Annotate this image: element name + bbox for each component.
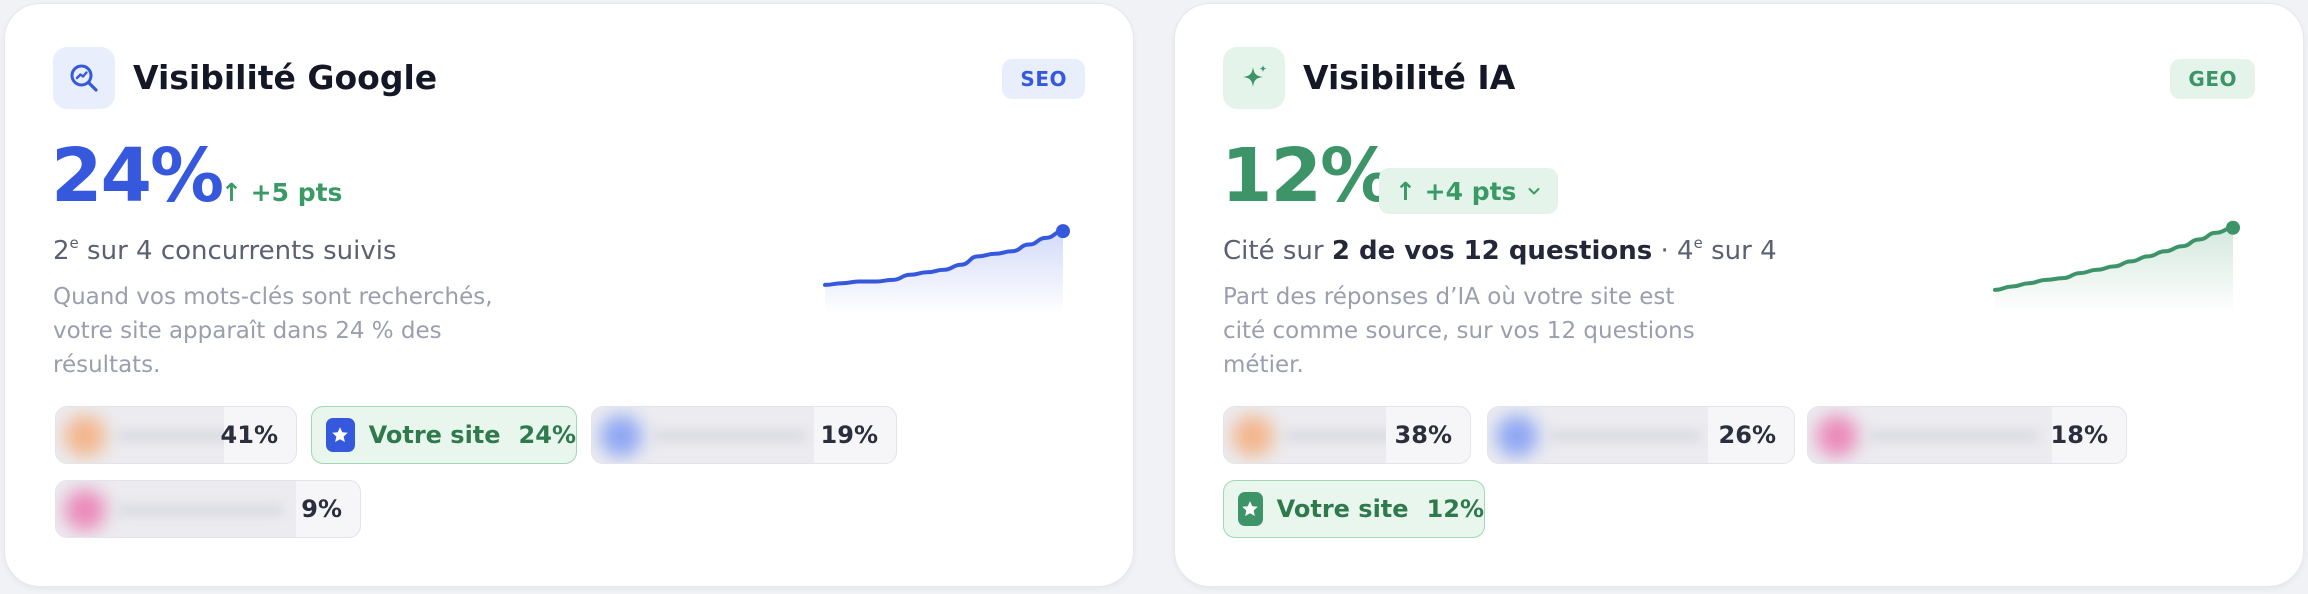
blurred-competitor xyxy=(1808,407,2052,463)
seo-tag-badge: SEO xyxy=(1002,59,1085,99)
competitor-chip: 18% xyxy=(1807,406,2127,464)
sparkline-end-point xyxy=(1056,224,1070,239)
sparkline-end-point xyxy=(2226,220,2240,235)
blurred-competitor xyxy=(56,481,296,537)
your-site-chip: Votre site 24% xyxy=(311,406,577,464)
competitor-percent: 26% xyxy=(1718,421,1776,449)
star-icon xyxy=(326,418,355,452)
blurred-competitor xyxy=(1488,407,1708,463)
competitor-percent: 9% xyxy=(301,495,342,523)
geo-tag-badge: GEO xyxy=(2170,59,2255,99)
rank-line: 2e sur 4 concurrents suivis xyxy=(53,234,397,266)
your-site-percent: 24% xyxy=(518,421,576,449)
delta-indicator: ↑ +5 pts xyxy=(221,177,343,207)
description: Part des réponses d’IA où votre site est… xyxy=(1223,284,1695,378)
delta-dropdown[interactable]: ↑ +4 pts xyxy=(1379,168,1559,214)
chevron-down-icon xyxy=(1528,188,1540,195)
competitor-chip: 9% xyxy=(55,480,361,538)
card-title: Visibilité Google xyxy=(133,58,438,97)
citation-line: Cité sur 2 de vos 12 questions · 4e sur … xyxy=(1223,234,1777,266)
your-site-label: Votre site xyxy=(368,421,501,449)
visibility-value: 12% xyxy=(1221,133,1394,219)
description: Quand vos mots-clés sont recherchés, vot… xyxy=(53,284,493,378)
search-trend-icon xyxy=(53,47,115,109)
delta-label: ↑ +4 pts xyxy=(1395,176,1517,206)
your-site-chip: Votre site 12% xyxy=(1223,480,1485,538)
blurred-competitor xyxy=(1224,407,1386,463)
competitor-percent: 18% xyxy=(2050,421,2108,449)
visibility-value: 24% xyxy=(51,133,224,219)
trend-sparkline xyxy=(823,224,1070,314)
competitor-percent: 38% xyxy=(1394,421,1452,449)
star-icon xyxy=(1238,492,1263,526)
your-site-percent: 12% xyxy=(1426,495,1484,523)
ai-visibility-card: Visibilité IA GEO 12% ↑ +4 pts Cité sur … xyxy=(1174,3,2304,587)
your-site-label: Votre site xyxy=(1276,495,1409,523)
competitor-chip: 26% xyxy=(1487,406,1795,464)
competitor-percent: 19% xyxy=(820,421,878,449)
competitor-chip: 19% xyxy=(591,406,897,464)
blurred-competitor xyxy=(56,407,224,463)
seo-visibility-card: Visibilité Google SEO 24% ↑ +5 pts 2e su… xyxy=(4,3,1134,587)
sparkle-icon xyxy=(1223,47,1285,109)
competitor-chip: 41% xyxy=(55,406,297,464)
card-title: Visibilité IA xyxy=(1303,58,1516,97)
competitor-percent: 41% xyxy=(220,421,278,449)
trend-sparkline xyxy=(1993,220,2240,314)
competitor-chip: 38% xyxy=(1223,406,1471,464)
blurred-competitor xyxy=(592,407,814,463)
